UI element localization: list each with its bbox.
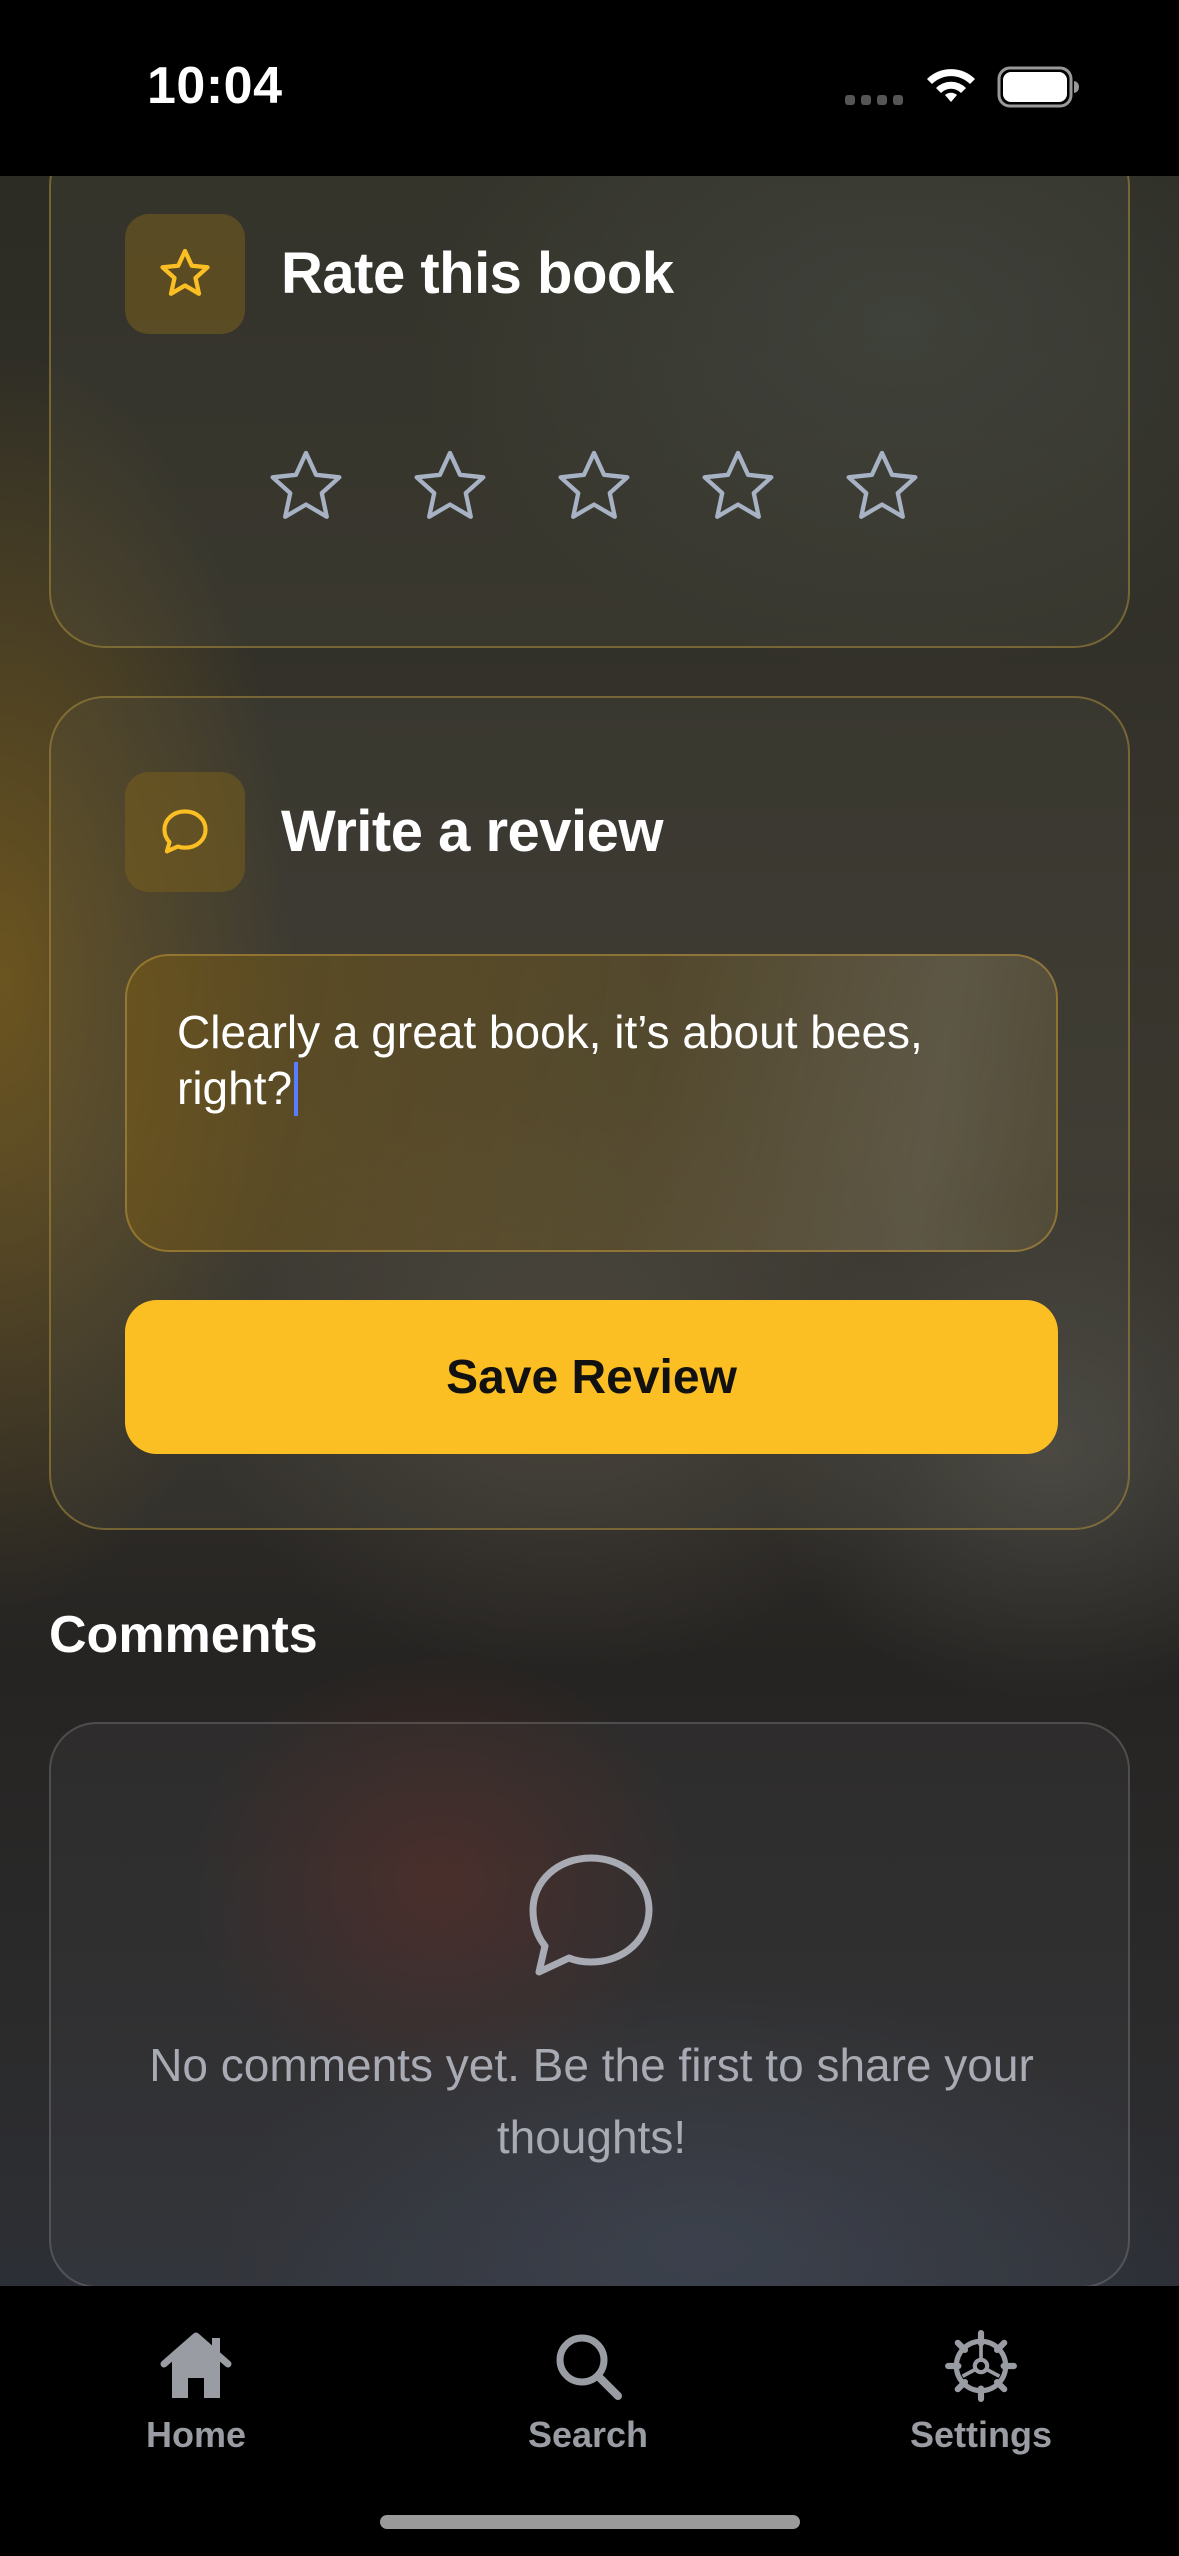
- tab-settings-label: Settings: [909, 2414, 1052, 2455]
- tab-home[interactable]: Home: [86, 2326, 306, 2476]
- text-cursor: [294, 1062, 299, 1116]
- tab-home-label: Home: [145, 2414, 247, 2455]
- star-icon: [160, 248, 210, 296]
- home-indicator: [380, 2515, 800, 2529]
- search-icon: [556, 2334, 622, 2400]
- rate-book-card: Rate this book: [49, 130, 1130, 648]
- no-comments-message: No comments yet. Be the first to share y…: [149, 2039, 1034, 2163]
- star-4-button[interactable]: [693, 442, 783, 532]
- home-icon: [160, 2332, 232, 2398]
- star-outline-icon: [414, 450, 486, 519]
- comments-empty-card: No comments yet. Be the first to share y…: [49, 1722, 1130, 2288]
- comments-section-title: Comments: [49, 1606, 318, 1664]
- star-outline-icon: [558, 450, 630, 519]
- rate-card-title: Rate this book: [281, 241, 674, 306]
- star-2-button[interactable]: [405, 442, 495, 532]
- book-review-screen: 10:04 Rate this book Write a review Clea…: [0, 0, 1179, 2556]
- cellular-signal-icon: [845, 95, 905, 105]
- review-textarea[interactable]: Clearly a great book, it’s about bees, r…: [125, 954, 1058, 1252]
- speech-bubble-icon: [162, 809, 208, 854]
- gear-icon: [945, 2330, 1017, 2402]
- review-text: Clearly a great book, it’s about bees, r…: [177, 1006, 923, 1114]
- star-1-button[interactable]: [261, 442, 351, 532]
- star-outline-icon: [270, 450, 342, 519]
- tab-search-label: Search: [527, 2414, 649, 2455]
- tab-settings[interactable]: Settings: [871, 2326, 1091, 2476]
- star-rating[interactable]: [261, 442, 981, 532]
- star-5-button[interactable]: [837, 442, 927, 532]
- save-review-button[interactable]: Save Review: [125, 1300, 1058, 1454]
- battery-icon: [997, 66, 1079, 108]
- status-time: 10:04: [147, 57, 283, 115]
- star-outline-icon: [846, 450, 918, 519]
- wifi-icon: [927, 69, 975, 102]
- write-review-card: Write a review Clearly a great book, it’…: [49, 696, 1130, 1530]
- review-card-title: Write a review: [281, 799, 664, 864]
- speech-bubble-icon: [529, 1854, 653, 1976]
- review-card-icon-box: [125, 772, 245, 892]
- star-outline-icon: [702, 450, 774, 519]
- tab-search[interactable]: Search: [478, 2326, 698, 2476]
- star-3-button[interactable]: [549, 442, 639, 532]
- status-bar: 10:04: [0, 0, 1179, 176]
- rate-card-icon-box: [125, 214, 245, 334]
